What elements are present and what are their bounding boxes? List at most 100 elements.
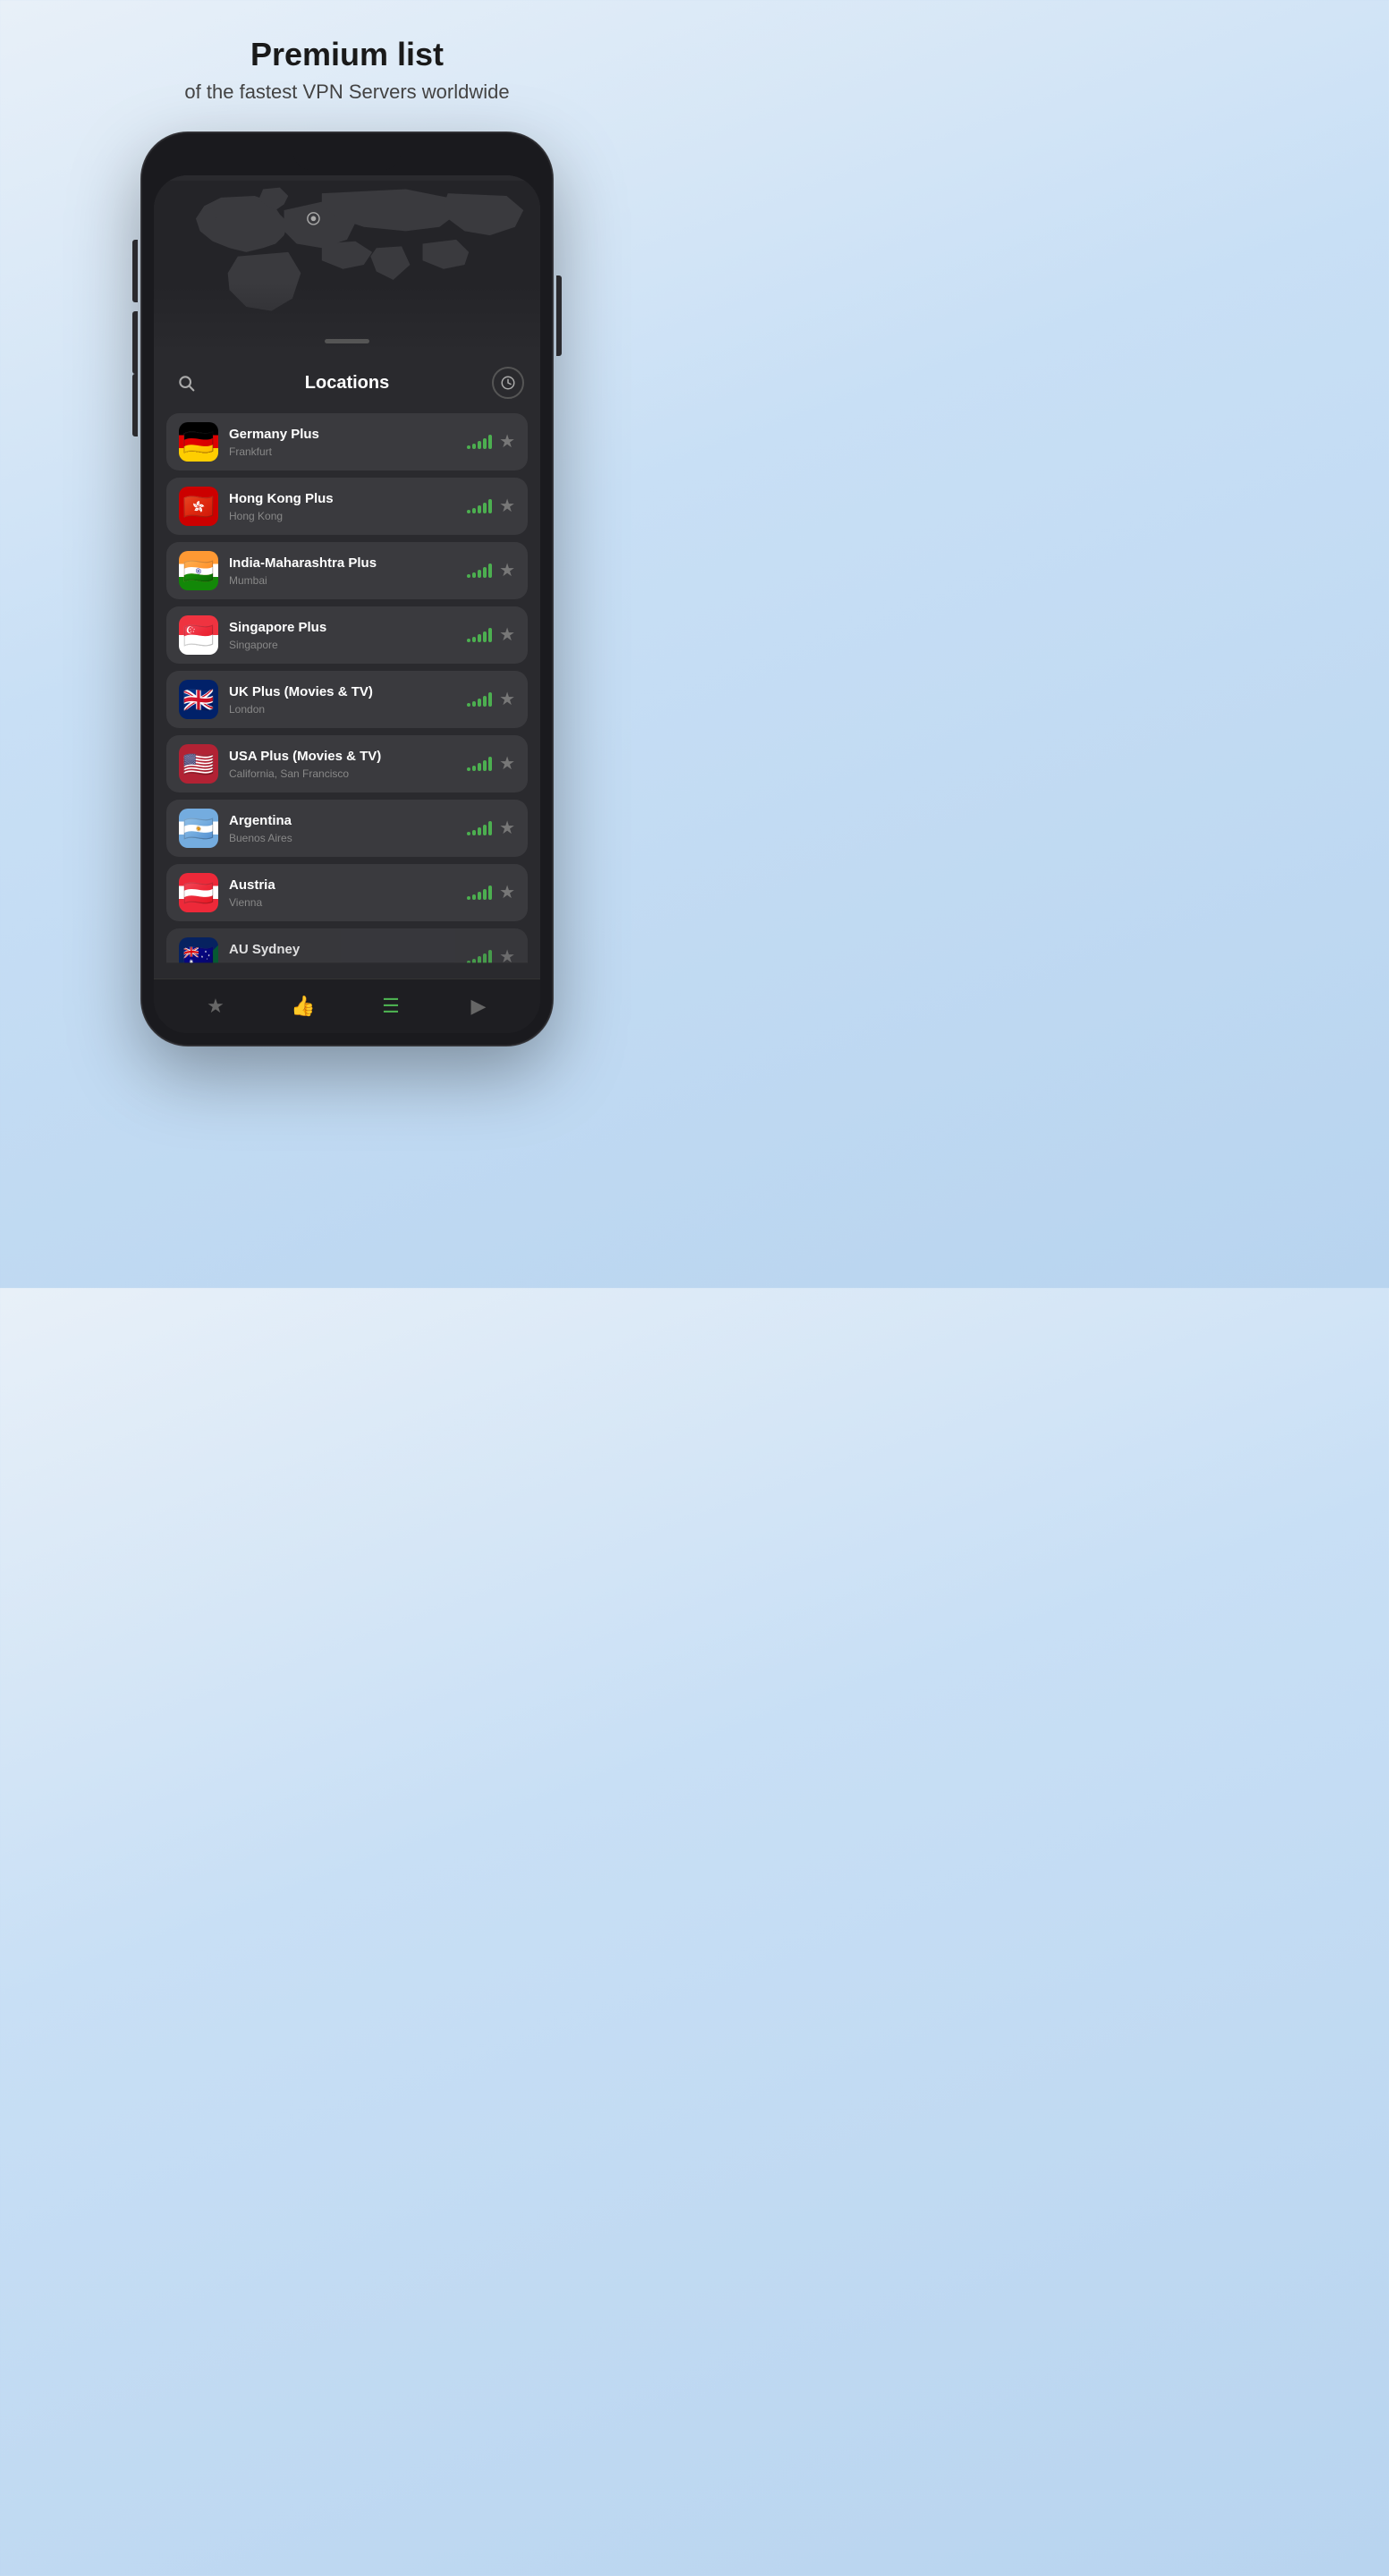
location-actions-uk: ★ bbox=[467, 691, 515, 708]
signal-bar bbox=[472, 701, 476, 707]
signal-bar bbox=[478, 699, 481, 707]
phone-frame: Locations 🇩🇪Germany PlusFrankfurt★🇭🇰Hong… bbox=[141, 132, 553, 1046]
signal-bars-australia bbox=[467, 950, 492, 964]
favorite-button-argentina[interactable]: ★ bbox=[499, 819, 515, 837]
signal-bars-uk bbox=[467, 692, 492, 707]
signal-bar bbox=[478, 763, 481, 771]
location-info-india: India-Maharashtra Plus Mumbai bbox=[229, 555, 456, 587]
timer-button[interactable] bbox=[492, 367, 524, 399]
signal-bar bbox=[488, 821, 492, 835]
like-tab[interactable]: 👍 bbox=[284, 990, 323, 1022]
signal-bar bbox=[488, 564, 492, 578]
signal-bar bbox=[488, 886, 492, 900]
favorite-button-singapore[interactable]: ★ bbox=[499, 626, 515, 644]
location-actions-australia: ★ bbox=[467, 948, 515, 966]
search-button[interactable] bbox=[170, 367, 202, 399]
flag-uk: 🇬🇧 bbox=[179, 680, 218, 719]
signal-bar bbox=[483, 889, 487, 900]
favorite-button-usa[interactable]: ★ bbox=[499, 755, 515, 773]
page-header: Premium list of the fastest VPN Servers … bbox=[184, 36, 509, 104]
locations-panel: Locations 🇩🇪Germany PlusFrankfurt★🇭🇰Hong… bbox=[154, 354, 540, 979]
signal-bars-hongkong bbox=[467, 499, 492, 513]
location-info-hongkong: Hong Kong PlusHong Kong bbox=[229, 490, 456, 522]
location-actions-singapore: ★ bbox=[467, 626, 515, 644]
location-sub-austria: Vienna bbox=[229, 896, 456, 909]
signal-bar bbox=[483, 503, 487, 513]
location-info-argentina: ArgentinaBuenos Aires bbox=[229, 812, 456, 844]
signal-bar bbox=[483, 760, 487, 771]
location-actions-argentina: ★ bbox=[467, 819, 515, 837]
signal-bar bbox=[483, 567, 487, 578]
tab-bar: ★ 👍 ☰ ▶ bbox=[154, 979, 540, 1033]
signal-bar bbox=[488, 950, 492, 964]
signal-bar bbox=[488, 499, 492, 513]
signal-bar bbox=[472, 508, 476, 513]
video-tab[interactable]: ▶ bbox=[459, 990, 498, 1022]
signal-bar bbox=[488, 628, 492, 642]
signal-bar bbox=[483, 631, 487, 642]
signal-bar bbox=[483, 438, 487, 449]
phone-notch bbox=[293, 145, 401, 170]
location-item-australia[interactable]: 🇦🇺AU SydneySydney★ bbox=[166, 928, 528, 986]
star-tab[interactable]: ★ bbox=[196, 990, 235, 1022]
signal-bar bbox=[467, 510, 470, 513]
page-subtitle: of the fastest VPN Servers worldwide bbox=[184, 80, 509, 104]
location-sub-uk: London bbox=[229, 703, 456, 716]
location-item-india[interactable]: 🇮🇳 India-Maharashtra Plus Mumbai ★ bbox=[166, 542, 528, 599]
signal-bars-argentina bbox=[467, 821, 492, 835]
signal-bar bbox=[478, 956, 481, 964]
map-area bbox=[154, 175, 540, 354]
signal-bars-india bbox=[467, 564, 492, 578]
location-name-hongkong: Hong Kong Plus bbox=[229, 490, 456, 508]
location-item-argentina[interactable]: 🇦🇷ArgentinaBuenos Aires★ bbox=[166, 800, 528, 857]
location-name-india: India-Maharashtra Plus bbox=[229, 555, 456, 572]
location-info-uk: UK Plus (Movies & TV)London bbox=[229, 683, 456, 716]
flag-usa: 🇺🇸 bbox=[179, 744, 218, 784]
location-info-austria: AustriaVienna bbox=[229, 877, 456, 909]
signal-bar bbox=[478, 892, 481, 900]
favorite-button-austria[interactable]: ★ bbox=[499, 884, 515, 902]
location-item-austria[interactable]: 🇦🇹 AustriaVienna ★ bbox=[166, 864, 528, 921]
location-item-usa[interactable]: 🇺🇸 USA Plus (Movies & TV)California, San … bbox=[166, 735, 528, 792]
signal-bar bbox=[467, 832, 470, 835]
flag-austria: 🇦🇹 bbox=[179, 873, 218, 912]
flag-singapore: 🇸🇬 bbox=[179, 615, 218, 655]
locations-title: Locations bbox=[305, 373, 389, 394]
flag-india: 🇮🇳 bbox=[179, 551, 218, 590]
location-sub-singapore: Singapore bbox=[229, 639, 456, 651]
location-item-hongkong[interactable]: 🇭🇰Hong Kong PlusHong Kong★ bbox=[166, 478, 528, 535]
location-item-singapore[interactable]: 🇸🇬Singapore PlusSingapore★ bbox=[166, 606, 528, 664]
location-actions-usa: ★ bbox=[467, 755, 515, 773]
location-item-germany[interactable]: 🇩🇪Germany PlusFrankfurt★ bbox=[166, 413, 528, 470]
location-sub-india: Mumbai bbox=[229, 574, 456, 587]
map-gradient bbox=[154, 283, 540, 354]
page-title: Premium list bbox=[184, 36, 509, 73]
favorite-button-australia[interactable]: ★ bbox=[499, 948, 515, 966]
signal-bar bbox=[472, 637, 476, 642]
list-tab[interactable]: ☰ bbox=[371, 990, 411, 1022]
signal-bar bbox=[467, 639, 470, 642]
signal-bar bbox=[472, 894, 476, 900]
signal-bar bbox=[472, 830, 476, 835]
signal-bars-austria bbox=[467, 886, 492, 900]
signal-bar bbox=[472, 766, 476, 771]
drag-handle[interactable] bbox=[325, 339, 369, 343]
favorite-button-uk[interactable]: ★ bbox=[499, 691, 515, 708]
signal-bar bbox=[467, 574, 470, 578]
signal-bar bbox=[478, 827, 481, 835]
favorite-button-hongkong[interactable]: ★ bbox=[499, 497, 515, 515]
signal-bars-usa bbox=[467, 757, 492, 771]
location-item-uk[interactable]: 🇬🇧 UK Plus (Movies & TV)London ★ bbox=[166, 671, 528, 728]
location-list: 🇩🇪Germany PlusFrankfurt★🇭🇰Hong Kong Plus… bbox=[166, 413, 528, 966]
signal-bars-germany bbox=[467, 435, 492, 449]
location-name-usa: USA Plus (Movies & TV) bbox=[229, 748, 456, 766]
favorite-button-india[interactable]: ★ bbox=[499, 562, 515, 580]
location-actions-austria: ★ bbox=[467, 884, 515, 902]
location-actions-germany: ★ bbox=[467, 433, 515, 451]
location-info-usa: USA Plus (Movies & TV)California, San Fr… bbox=[229, 748, 456, 780]
location-info-germany: Germany PlusFrankfurt bbox=[229, 426, 456, 458]
phone-screen: Locations 🇩🇪Germany PlusFrankfurt★🇭🇰Hong… bbox=[154, 175, 540, 1033]
favorite-button-germany[interactable]: ★ bbox=[499, 433, 515, 451]
location-sub-australia: Sydney bbox=[229, 961, 456, 973]
signal-bar bbox=[472, 444, 476, 449]
